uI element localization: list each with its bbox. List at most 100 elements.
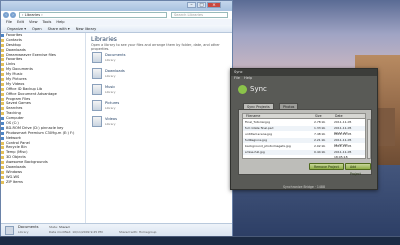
folder-icon <box>1 146 4 150</box>
taskbar[interactable] <box>0 236 400 245</box>
folder-icon <box>1 68 4 72</box>
menu-view[interactable]: View <box>29 20 38 24</box>
sync-logo-icon <box>238 85 247 94</box>
table-row[interactable]: fullRegions.jpg 2.21 kb 2011-11-05 11:37:0… <box>243 138 365 147</box>
search-input[interactable]: Search Libraries <box>171 12 228 18</box>
nav-item[interactable]: ZIP Items <box>1 180 85 185</box>
folder-icon <box>1 170 4 174</box>
back-icon[interactable]: ‹ <box>3 12 9 18</box>
maximize-button[interactable]: □ <box>197 2 206 8</box>
folder-icon <box>1 53 4 57</box>
library-downloads[interactable]: Downloads Library <box>92 67 162 81</box>
add-project-button[interactable]: Add Project <box>345 163 371 176</box>
cell-size: 0.44 kb <box>314 150 326 154</box>
cell-name: Final_Tutorial.jpg <box>245 120 271 124</box>
menu-file[interactable]: File <box>6 20 12 24</box>
nav-item-label: ZIP Items <box>6 179 23 184</box>
library-type: Library <box>105 58 116 62</box>
sync-titlebar[interactable]: Sync <box>231 69 377 76</box>
music-library-icon <box>92 84 102 95</box>
menu-tools[interactable]: Tools <box>43 20 52 24</box>
library-type: Library <box>105 122 116 126</box>
folder-icon <box>1 112 4 116</box>
table-row[interactable]: background_photoimagetx.jpg 2.02 kb 2011-1… <box>243 144 365 153</box>
folder-icon <box>1 180 4 184</box>
explorer-window[interactable]: – □ × ‹ › › Libraries › Search Libraries… <box>0 0 233 236</box>
cell-name: full rotate final.psd <box>245 126 274 130</box>
library-music[interactable]: Music Library <box>92 83 162 97</box>
table-row[interactable]: full rotate final.psd 1.33 kb 2011-11-05 0… <box>243 126 365 135</box>
library-pictures[interactable]: Pictures Library <box>92 99 162 113</box>
drive-icon <box>1 121 4 125</box>
library-videos[interactable]: Videos Library <box>92 115 162 129</box>
library-name: Downloads <box>105 69 125 73</box>
pictures-library-icon <box>92 100 102 111</box>
folder-icon <box>1 107 4 111</box>
cell-size: 2.21 kb <box>314 138 326 142</box>
library-documents[interactable]: Documents Library <box>92 51 162 65</box>
folder-icon <box>1 165 4 169</box>
star-icon <box>1 33 4 37</box>
forward-icon[interactable]: › <box>10 12 16 18</box>
details-state-value: Shared <box>59 225 70 229</box>
folder-icon <box>1 77 4 81</box>
folder-icon <box>1 161 4 165</box>
details-type: Library <box>18 230 29 234</box>
documents-library-icon <box>5 226 14 235</box>
sync-menu-file[interactable]: File <box>234 76 240 81</box>
column-filename[interactable]: Filename <box>246 114 260 118</box>
computer-icon <box>1 117 4 121</box>
navigation-pane[interactable]: Favorites Contacts Desktop Downloads Dreamwe… <box>1 33 86 223</box>
address-bar[interactable]: › Libraries › <box>19 12 167 18</box>
library-name: Pictures <box>105 101 120 105</box>
sync-app-name: Sync <box>250 85 267 93</box>
cell-date: 2011-11-05 18:05:18 <box>334 150 352 159</box>
details-shared: Shared with: Homegroup <box>119 230 157 234</box>
column-size[interactable]: Size <box>315 114 322 118</box>
folder-icon <box>1 175 4 179</box>
library-type: Library <box>105 106 116 110</box>
folder-icon <box>1 156 4 160</box>
sync-projects-panel: Filename Size Date Final_Tutorial.jpg 2.7… <box>238 109 372 176</box>
details-date: Date modified: 10/11/2009 9:25 PM <box>49 230 103 234</box>
folder-icon <box>1 141 4 145</box>
folder-icon <box>1 87 4 91</box>
libraries-subtitle: Open a library to see your files and arr… <box>91 43 220 51</box>
table-scrollbar[interactable] <box>367 119 371 159</box>
cell-size: 7.48 kb <box>314 132 326 136</box>
sync-menu-help[interactable]: Help <box>244 76 252 81</box>
libraries-title: Libraries <box>91 36 117 43</box>
cell-name: smlss-full.jpg <box>245 150 265 154</box>
table-row[interactable]: untitled-scene.jpg7.48 kb2011-11-05 10:2… <box>243 132 365 141</box>
new-library-button[interactable]: New library <box>76 27 97 31</box>
library-name: Videos <box>105 117 117 121</box>
address-row: ‹ › › Libraries › Search Libraries <box>3 11 230 19</box>
open-button[interactable]: Open <box>32 27 42 31</box>
file-table-body[interactable]: Final_Tutorial.jpg2.78 kb2011-11-05 02:3… <box>242 119 366 159</box>
library-type: Library <box>105 90 116 94</box>
cell-name: fullRegions.jpg <box>245 138 268 142</box>
table-row[interactable]: Final_Tutorial.jpg2.78 kb2011-11-05 02:3… <box>243 120 365 129</box>
column-date[interactable]: Date <box>335 114 343 118</box>
organize-button[interactable]: Organize ▾ <box>7 27 26 31</box>
sync-menu-bar: File Help <box>231 76 377 81</box>
close-button[interactable]: × <box>207 2 221 8</box>
library-name: Documents <box>105 53 126 57</box>
sync-window[interactable]: Sync File Help Sync Sync Projects Photos… <box>230 68 378 190</box>
folder-icon <box>1 92 4 96</box>
libraries-pane: Libraries Open a library to see your fil… <box>87 33 232 223</box>
table-row[interactable]: smlss-full.jpg 0.44 kb 2011-11-05 18:05:18 <box>243 150 365 159</box>
cell-size: 2.02 kb <box>314 144 326 148</box>
folder-icon <box>1 73 4 77</box>
minimize-button[interactable]: – <box>187 2 196 8</box>
remove-project-button[interactable]: Remove Project <box>309 163 344 170</box>
menu-help[interactable]: Help <box>56 20 64 24</box>
share-button[interactable]: Share with ▾ <box>48 27 70 31</box>
explorer-titlebar[interactable]: – □ × <box>1 1 232 11</box>
folder-icon <box>1 97 4 101</box>
network-icon <box>1 136 4 140</box>
command-bar: Organize ▾ Open Share with ▾ New library <box>1 25 232 33</box>
menu-edit[interactable]: Edit <box>17 20 24 24</box>
folder-icon <box>1 38 4 42</box>
folder-icon <box>1 48 4 52</box>
